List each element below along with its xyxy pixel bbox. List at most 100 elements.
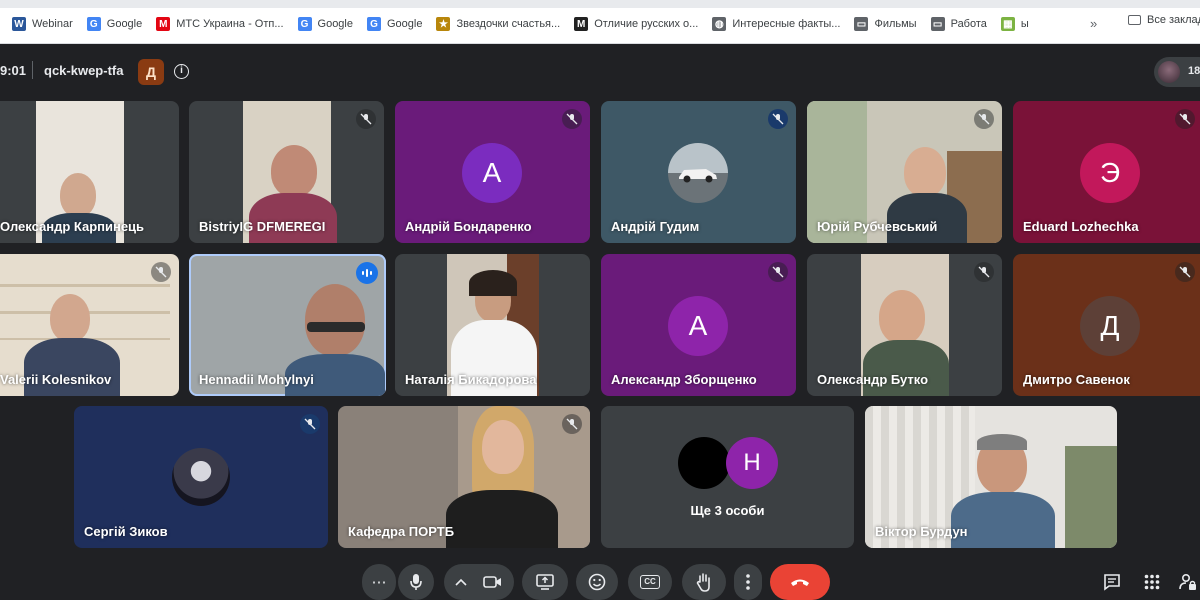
folder-icon: ▭ [854,17,869,31]
participant-name: Олександр Карпинець [0,219,145,234]
camera-icon [483,576,501,588]
mic-off-icon [562,414,582,434]
avatar: А [462,143,522,203]
lock-person-icon [1179,573,1196,590]
participant-name: Eduard Lozhechka [1023,219,1139,234]
google-icon: G [86,17,101,31]
present-icon [536,574,554,590]
avatar [678,437,730,489]
participant-tile[interactable]: Д Дмитро Савенок [1013,254,1200,396]
bookmark-item[interactable]: M Отличие русских о... [574,17,698,31]
info-icon[interactable]: i [174,64,189,79]
participant-tile[interactable]: А Андрій Бондаренко [395,101,590,243]
chat-button[interactable] [1100,570,1124,594]
bookmark-item[interactable]: ◍ Интересные факты... [712,17,840,31]
m-icon: M [574,17,589,31]
mic-off-icon [768,262,788,282]
bookmark-item[interactable]: G Google [367,17,422,31]
participant-name: Андрій Гудим [611,219,700,234]
participant-tile[interactable]: Андрій Гудим [601,101,796,243]
bookmarks-bar: W Webinar G Google M МТС Украина - Отп... G Goo… [0,0,1200,44]
avatar: Н [726,437,778,489]
bookmark-label: Google [106,18,143,30]
more-dots-icon: ⋯ [371,574,387,591]
mic-off-icon [974,109,994,129]
meeting-time: 9:01 [0,63,27,78]
all-bookmarks-button[interactable]: Все заклад [1128,14,1200,26]
avatar-letter: Н [743,449,761,476]
mic-off-icon [1175,109,1195,129]
bookmark-label: Работа [950,18,987,30]
bookmark-label: Звездочки счастья... [456,18,561,30]
avatar-letter: А [482,157,502,188]
apps-grid-icon [1144,574,1160,590]
raise-hand-button[interactable] [682,564,726,600]
bookmark-item[interactable]: ★ Звездочки счастья... [436,17,560,31]
avatar-letter: Э [1099,157,1121,188]
participant-tile[interactable]: Віктор Бурдун [865,406,1117,548]
bookmark-label: Фильмы [874,18,917,30]
participant-tile[interactable]: Юрій Рубчевський [807,101,1002,243]
bookmark-label: МТС Украина - Отп... [176,18,284,30]
mic-off-icon [768,109,788,129]
camera-options-button[interactable] [444,564,514,600]
mts-icon: M [156,17,171,31]
bookmark-item[interactable]: W Webinar [12,17,73,31]
avatar: Э [1080,143,1140,203]
participant-tile[interactable]: Сергій Зиков [74,406,328,548]
emoji-icon [588,573,606,591]
folder-icon [1128,15,1141,25]
bookmark-item[interactable]: ▦ ы [1000,17,1029,31]
participant-tile[interactable]: А Александр Зборщенко [601,254,796,396]
hand-icon [696,573,710,592]
captions-icon: CC [640,575,660,589]
google-icon: G [297,17,312,31]
end-call-icon [791,579,809,586]
bookmark-item[interactable]: G Google [297,17,353,31]
bookmarks-overflow-button[interactable]: » [1090,16,1097,31]
bookmark-item[interactable]: ▭ Работа [930,17,987,31]
bookmark-label: Отличие русских о... [594,18,699,30]
participant-name: Hennadii Mohylnyi [199,372,314,387]
mic-off-icon [300,414,320,434]
participant-tile[interactable]: Олександр Карпинець [0,101,179,243]
end-call-button[interactable] [770,564,830,600]
captions-button[interactable]: CC [628,564,672,600]
participant-name: Дмитро Савенок [1023,372,1130,387]
participant-tile[interactable]: Э Eduard Lozhechka [1013,101,1200,243]
bookmark-label: Интересные факты... [732,18,841,30]
participant-tile[interactable]: Наталія Бикадорова [395,254,590,396]
host-controls-button[interactable] [1176,570,1200,594]
more-vert-icon [746,574,750,590]
participant-name: Valerii Kolesnikov [0,372,112,387]
bookmark-item[interactable]: M МТС Украина - Отп... [156,17,284,31]
emoji-button[interactable] [576,564,618,600]
participant-tile[interactable]: Hennadii Mohylnyi [189,254,386,396]
chevron-up-icon [455,578,467,586]
avatar-letter: А [688,310,708,341]
word-icon: W [12,17,26,31]
microphone-button[interactable] [398,564,434,600]
host-badge-label: Д [146,64,156,80]
more-options-button[interactable] [734,564,762,600]
meeting-header: 9:01 qck-kwep-tfa Д i 18 [0,44,1200,100]
participant-tile[interactable]: Кафедра ПОРТБ [338,406,590,548]
bookmark-item[interactable]: G Google [86,17,143,31]
participant-name: Андрій Бондаренко [405,219,532,234]
more-dots-button[interactable]: ⋯ [362,564,396,600]
mic-off-icon [562,109,582,129]
activities-button[interactable] [1140,570,1164,594]
chat-icon [1104,574,1120,591]
host-controls-badge[interactable]: Д [138,59,164,85]
present-button[interactable] [522,564,568,600]
call-controls: ⋯ CC [0,558,1200,600]
participants-button[interactable]: 18 [1154,57,1200,87]
participant-tile[interactable]: BistriyIG DFMEREGI [189,101,384,243]
others-tile[interactable]: Н Ще 3 особи [601,406,854,548]
basket-icon: ▦ [1000,17,1015,31]
participant-tile[interactable]: Олександр Бутко [807,254,1002,396]
participant-name: BistriyIG DFMEREGI [199,219,326,234]
bookmark-item[interactable]: ▭ Фильмы [854,17,917,31]
participant-count: 18 [1188,65,1200,77]
participant-tile[interactable]: Valerii Kolesnikov [0,254,179,396]
